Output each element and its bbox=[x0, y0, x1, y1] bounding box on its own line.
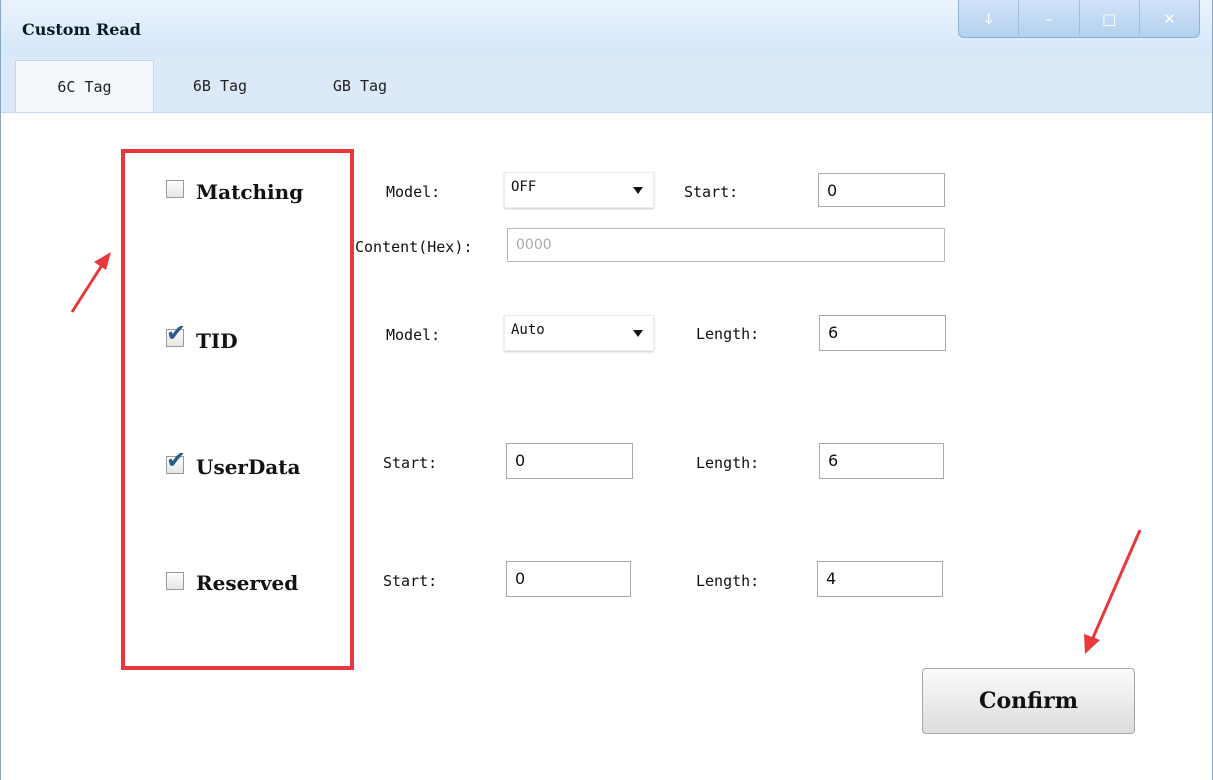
arrow-left-icon bbox=[70, 252, 111, 313]
annotation-arrows bbox=[70, 252, 1142, 654]
arrow-right-icon bbox=[1084, 529, 1142, 654]
